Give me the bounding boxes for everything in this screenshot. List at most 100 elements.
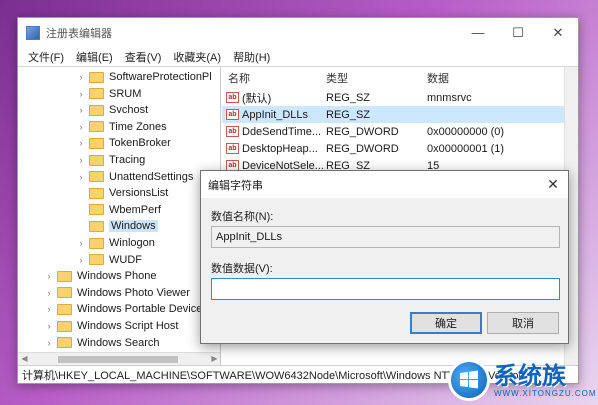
folder-icon — [89, 154, 104, 166]
value-name-cell: ab (默认) — [226, 89, 271, 106]
string-value-icon: ab — [226, 143, 239, 154]
value-data-input[interactable] — [211, 278, 560, 300]
tree-item-label: UnattendSettings — [109, 170, 194, 183]
value-type-cell: REG_SZ — [326, 108, 371, 121]
title-bar[interactable]: 注册表编辑器 — ☐ ✕ — [18, 18, 578, 47]
value-name-cell: ab AppInit_DLLs — [226, 106, 308, 123]
tree-item[interactable]: › Tracing — [76, 152, 146, 168]
tree-item[interactable]: › Svchost — [76, 102, 149, 118]
tree-item-label: Windows — [109, 220, 158, 233]
menu-edit[interactable]: 编辑(E) — [70, 49, 119, 65]
tree-item-label: WbemPerf — [109, 203, 161, 216]
expand-chevron-icon[interactable]: › — [76, 105, 86, 115]
dialog-body: 数值名称(N): AppInit_DLLs 数值数据(V): 确定 取消 — [201, 198, 568, 343]
folder-icon — [89, 237, 104, 249]
edit-string-dialog: 编辑字符串 ✕ 数值名称(N): AppInit_DLLs 数值数据(V): 确… — [200, 170, 569, 344]
folder-icon — [89, 137, 104, 149]
folder-icon — [57, 303, 72, 315]
folder-icon — [89, 171, 104, 183]
value-row[interactable]: ab (默认) REG_SZ mnmsrvc — [222, 89, 564, 106]
menu-help[interactable]: 帮助(H) — [227, 49, 276, 65]
tree-item[interactable]: › Windows Phone — [44, 268, 157, 284]
expand-chevron-icon[interactable]: › — [76, 122, 86, 132]
tree-item[interactable]: › Windows Photo Viewer — [44, 285, 190, 301]
column-name-header[interactable]: 名称 — [228, 69, 323, 87]
folder-icon — [89, 254, 104, 266]
tree-horizontal-scrollbar[interactable]: ◀ ▶ — [18, 352, 220, 365]
value-name-text: DesktopHeap... — [242, 142, 318, 155]
site-watermark: 系统族 WWW.XITONGZU.COM — [448, 355, 598, 405]
expand-chevron-icon[interactable]: › — [76, 255, 86, 265]
value-row[interactable]: ab AppInit_DLLs REG_SZ — [222, 106, 564, 123]
expand-chevron-icon[interactable]: › — [44, 321, 54, 331]
tree-item[interactable]: › Windows Portable Devices — [44, 301, 208, 317]
tree-item-label: SoftwareProtectionPl — [109, 71, 212, 83]
column-data-header[interactable]: 数据 — [427, 69, 547, 87]
tree-item-label: Winlogon — [109, 237, 155, 249]
string-value-icon: ab — [226, 92, 239, 103]
expand-chevron-icon[interactable]: › — [76, 172, 86, 182]
folder-icon — [89, 88, 104, 100]
ok-button[interactable]: 确定 — [410, 312, 482, 334]
tree-item-label: Tracing — [109, 154, 146, 166]
minimize-button[interactable]: — — [458, 18, 498, 47]
scroll-right-icon[interactable]: ▶ — [208, 353, 220, 365]
tree-item[interactable]: › TokenBroker — [76, 135, 171, 151]
tree-item[interactable]: › Windows Script Host — [44, 318, 179, 334]
expand-chevron-icon[interactable]: › — [44, 271, 54, 281]
expand-chevron-icon[interactable]: › — [76, 89, 86, 99]
tree-item[interactable]: › WUDF — [76, 252, 143, 268]
value-data-cell: 0x00000001 (1) — [427, 142, 505, 155]
expand-chevron-icon[interactable]: › — [76, 238, 86, 248]
value-type-cell: REG_SZ — [326, 91, 371, 104]
expand-chevron-icon[interactable]: › — [44, 288, 54, 298]
dialog-close-button[interactable]: ✕ — [538, 176, 568, 193]
dialog-title-bar[interactable]: 编辑字符串 ✕ — [201, 171, 568, 198]
watermark-title: 系统族 — [494, 361, 566, 390]
tree-item[interactable]: › SRUM — [76, 86, 142, 102]
value-type-cell: REG_DWORD — [326, 142, 399, 155]
watermark-subtitle: WWW.XITONGZU.COM — [494, 388, 597, 398]
string-value-icon: ab — [226, 109, 239, 120]
expand-chevron-icon[interactable]: › — [44, 304, 54, 314]
tree-item[interactable]: Windows — [76, 218, 158, 234]
folder-icon — [57, 320, 72, 332]
tree-item[interactable]: › Winlogon — [76, 235, 155, 251]
folder-icon — [89, 71, 104, 83]
folder-icon — [57, 270, 72, 282]
registry-app-icon — [26, 25, 40, 40]
tree-item[interactable]: › Windows Search — [44, 335, 160, 351]
value-data-label: 数值数据(V): — [211, 263, 273, 275]
menu-view[interactable]: 查看(V) — [119, 49, 168, 65]
menu-favorites[interactable]: 收藏夹(A) — [167, 49, 227, 65]
tree-item[interactable]: › UnattendSettings — [76, 169, 194, 185]
tree-item-label: Svchost — [109, 104, 149, 117]
watermark-logo-icon — [448, 359, 490, 401]
tree-item[interactable]: WbemPerf — [76, 202, 161, 218]
string-value-icon: ab — [226, 126, 239, 137]
tree-item[interactable]: VersionsList — [76, 185, 168, 201]
tree-item-label: WUDF — [109, 253, 142, 266]
menu-file[interactable]: 文件(F) — [22, 49, 70, 65]
close-button[interactable]: ✕ — [538, 18, 578, 47]
value-type-cell: REG_DWORD — [326, 125, 399, 138]
value-name-text: DdeSendTime... — [242, 125, 322, 138]
scroll-thumb[interactable] — [58, 356, 178, 363]
value-name-field: AppInit_DLLs — [211, 226, 560, 248]
folder-icon — [57, 287, 72, 299]
expand-chevron-icon[interactable]: › — [44, 338, 54, 348]
column-type-header[interactable]: 类型 — [326, 69, 421, 87]
folder-icon — [89, 220, 104, 232]
value-row[interactable]: ab DdeSendTime... REG_DWORD 0x00000000 (0) — [222, 123, 564, 140]
expand-chevron-icon[interactable]: › — [76, 138, 86, 148]
menu-bar: 文件(F) 编辑(E) 查看(V) 收藏夹(A) 帮助(H) — [18, 47, 578, 66]
tree-item[interactable]: › SoftwareProtectionPl — [76, 69, 212, 85]
expand-chevron-icon[interactable]: › — [76, 72, 86, 82]
cancel-button[interactable]: 取消 — [487, 312, 559, 334]
value-name-cell: ab DesktopHeap... — [226, 140, 318, 157]
scroll-left-icon[interactable]: ◀ — [18, 353, 31, 365]
tree-item[interactable]: › Time Zones — [76, 119, 167, 135]
expand-chevron-icon[interactable]: › — [76, 155, 86, 165]
value-row[interactable]: ab DesktopHeap... REG_DWORD 0x00000001 (1) — [222, 140, 564, 157]
maximize-button[interactable]: ☐ — [498, 18, 538, 47]
